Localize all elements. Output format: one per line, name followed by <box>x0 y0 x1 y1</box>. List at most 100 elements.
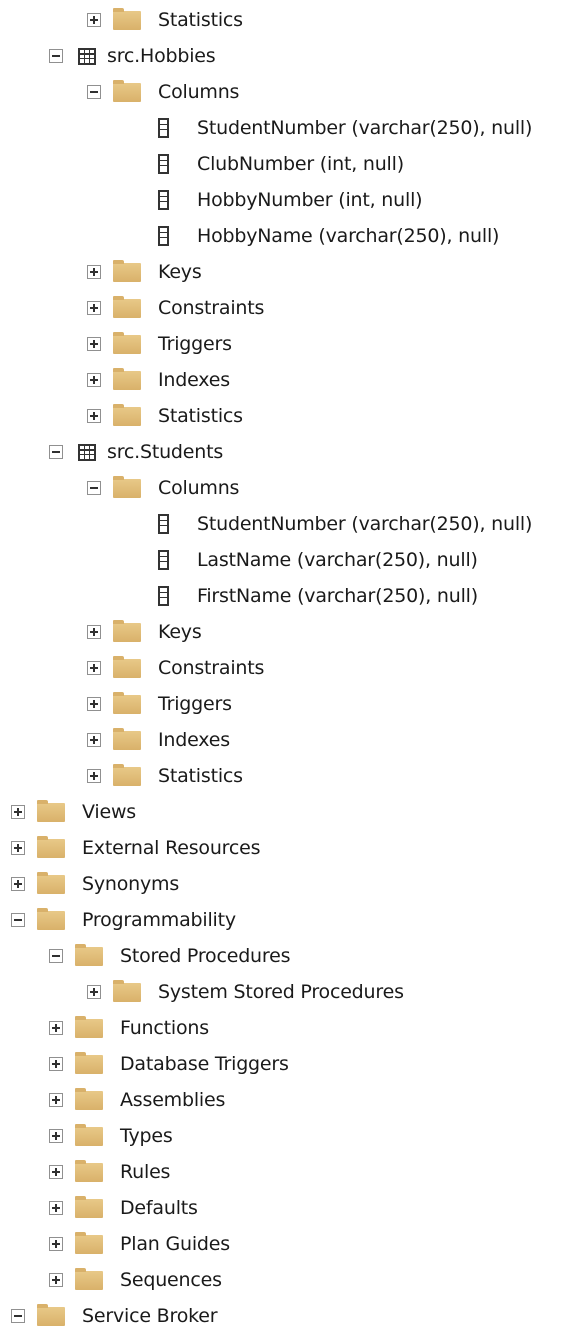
expand-plus-icon[interactable] <box>11 877 25 891</box>
tree-node-columns[interactable]: Columns <box>0 470 573 506</box>
tree-node-sequences[interactable]: Sequences <box>0 1262 573 1298</box>
tree-node-label: Service Broker <box>82 1305 218 1327</box>
collapse-minus-icon[interactable] <box>49 445 63 459</box>
tree-node-studentnumber-varchar-250-null[interactable]: StudentNumber (varchar(250), null) <box>0 506 573 542</box>
tree-node-statistics[interactable]: Statistics <box>0 2 573 38</box>
tree-node-service-broker[interactable]: Service Broker <box>0 1298 573 1334</box>
tree-node-columns[interactable]: Columns <box>0 74 573 110</box>
collapse-minus-icon[interactable] <box>49 49 63 63</box>
expand-plus-icon[interactable] <box>49 1273 63 1287</box>
tree-node-clubnumber-int-null[interactable]: ClubNumber (int, null) <box>0 146 573 182</box>
tree-node-hobbyname-varchar-250-null[interactable]: HobbyName (varchar(250), null) <box>0 218 573 254</box>
folder-icon <box>37 1304 65 1326</box>
collapse-minus-icon[interactable] <box>11 1309 25 1323</box>
tree-node-triggers[interactable]: Triggers <box>0 686 573 722</box>
expand-plus-icon[interactable] <box>49 1093 63 1107</box>
expand-plus-icon[interactable] <box>87 265 101 279</box>
tree-node-constraints[interactable]: Constraints <box>0 650 573 686</box>
tree-node-label: Columns <box>158 81 240 103</box>
tree-node-src-students[interactable]: src.Students <box>0 434 573 470</box>
tree-node-triggers[interactable]: Triggers <box>0 326 573 362</box>
tree-node-indexes[interactable]: Indexes <box>0 362 573 398</box>
tree-node-indexes[interactable]: Indexes <box>0 722 573 758</box>
expand-plus-icon[interactable] <box>87 625 101 639</box>
expand-plus-icon[interactable] <box>49 1021 63 1035</box>
folder-icon <box>75 1016 103 1038</box>
collapse-minus-icon[interactable] <box>87 85 101 99</box>
folder-icon <box>75 1088 103 1110</box>
table-icon <box>78 444 96 461</box>
tree-node-label: Keys <box>158 261 202 283</box>
expand-plus-icon[interactable] <box>87 409 101 423</box>
expand-plus-icon[interactable] <box>49 1057 63 1071</box>
folder-icon <box>37 872 65 894</box>
expand-plus-icon[interactable] <box>87 985 101 999</box>
tree-node-studentnumber-varchar-250-null[interactable]: StudentNumber (varchar(250), null) <box>0 110 573 146</box>
tree-node-plan-guides[interactable]: Plan Guides <box>0 1226 573 1262</box>
expand-plus-icon[interactable] <box>49 1129 63 1143</box>
collapse-minus-icon[interactable] <box>11 913 25 927</box>
tree-node-external-resources[interactable]: External Resources <box>0 830 573 866</box>
tree-node-keys[interactable]: Keys <box>0 614 573 650</box>
expand-plus-icon[interactable] <box>87 733 101 747</box>
collapse-minus-icon[interactable] <box>49 949 63 963</box>
folder-icon <box>75 1160 103 1182</box>
tree-node-hobbynumber-int-null[interactable]: HobbyNumber (int, null) <box>0 182 573 218</box>
tree-node-label: ClubNumber (int, null) <box>197 153 404 175</box>
expand-plus-icon[interactable] <box>49 1237 63 1251</box>
expand-plus-icon[interactable] <box>49 1201 63 1215</box>
tree-node-statistics[interactable]: Statistics <box>0 758 573 794</box>
tree-node-types[interactable]: Types <box>0 1118 573 1154</box>
tree-node-firstname-varchar-250-null[interactable]: FirstName (varchar(250), null) <box>0 578 573 614</box>
tree-node-label: StudentNumber (varchar(250), null) <box>197 513 533 535</box>
tree-node-synonyms[interactable]: Synonyms <box>0 866 573 902</box>
tree-node-programmability[interactable]: Programmability <box>0 902 573 938</box>
folder-icon <box>113 332 141 354</box>
tree-node-label: Triggers <box>158 333 232 355</box>
tree-node-assemblies[interactable]: Assemblies <box>0 1082 573 1118</box>
tree-node-label: Constraints <box>158 657 265 679</box>
tree-node-label: Statistics <box>158 405 243 427</box>
expand-plus-icon[interactable] <box>87 697 101 711</box>
tree-node-lastname-varchar-250-null[interactable]: LastName (varchar(250), null) <box>0 542 573 578</box>
tree-node-label: Functions <box>120 1017 209 1039</box>
tree-node-constraints[interactable]: Constraints <box>0 290 573 326</box>
tree-node-src-hobbies[interactable]: src.Hobbies <box>0 38 573 74</box>
tree-node-system-stored-procedures[interactable]: System Stored Procedures <box>0 974 573 1010</box>
expand-plus-icon[interactable] <box>87 13 101 27</box>
tree-node-label: src.Students <box>107 441 224 463</box>
tree-node-database-triggers[interactable]: Database Triggers <box>0 1046 573 1082</box>
tree-node-label: HobbyName (varchar(250), null) <box>197 225 500 247</box>
expand-plus-icon[interactable] <box>11 805 25 819</box>
column-icon <box>158 190 169 210</box>
expand-plus-icon[interactable] <box>87 337 101 351</box>
expand-plus-icon[interactable] <box>87 661 101 675</box>
expand-plus-icon[interactable] <box>49 1165 63 1179</box>
tree-node-label: Plan Guides <box>120 1233 230 1255</box>
expand-plus-icon[interactable] <box>87 301 101 315</box>
folder-icon <box>113 620 141 642</box>
tree-node-rules[interactable]: Rules <box>0 1154 573 1190</box>
tree-node-label: Indexes <box>158 369 230 391</box>
tree-node-stored-procedures[interactable]: Stored Procedures <box>0 938 573 974</box>
column-icon <box>158 154 169 174</box>
tree-node-functions[interactable]: Functions <box>0 1010 573 1046</box>
table-icon <box>78 48 96 65</box>
tree-node-views[interactable]: Views <box>0 794 573 830</box>
folder-icon <box>113 476 141 498</box>
expand-plus-icon[interactable] <box>87 373 101 387</box>
tree-node-statistics[interactable]: Statistics <box>0 398 573 434</box>
folder-icon <box>113 260 141 282</box>
folder-icon <box>37 836 65 858</box>
tree-node-label: Statistics <box>158 9 243 31</box>
folder-icon <box>75 1052 103 1074</box>
tree-node-label: FirstName (varchar(250), null) <box>197 585 478 607</box>
expand-plus-icon[interactable] <box>11 841 25 855</box>
tree-node-label: src.Hobbies <box>107 45 216 67</box>
collapse-minus-icon[interactable] <box>87 481 101 495</box>
folder-icon <box>75 944 103 966</box>
tree-node-defaults[interactable]: Defaults <box>0 1190 573 1226</box>
tree-node-label: Database Triggers <box>120 1053 289 1075</box>
expand-plus-icon[interactable] <box>87 769 101 783</box>
tree-node-keys[interactable]: Keys <box>0 254 573 290</box>
